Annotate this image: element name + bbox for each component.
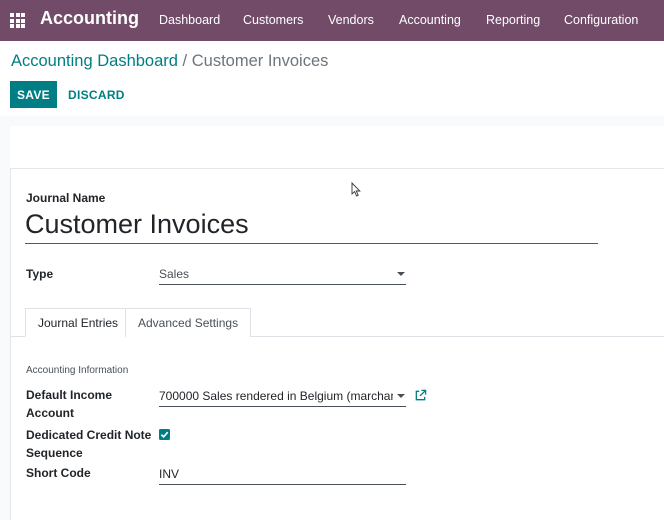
checkmark-icon [160, 431, 169, 439]
journal-name-input[interactable]: Customer Invoices [25, 205, 598, 244]
tab-journal-entries[interactable]: Journal Entries [25, 308, 132, 337]
discard-button[interactable]: DISCARD [68, 81, 125, 108]
menu-reporting[interactable]: Reporting [486, 13, 540, 27]
default-income-account-label: Default Income Account [26, 386, 112, 422]
save-button[interactable]: SAVE [10, 81, 57, 108]
breadcrumb-parent-link[interactable]: Accounting Dashboard [11, 52, 178, 70]
breadcrumb-separator: / [182, 52, 188, 70]
caret-down-icon [397, 272, 405, 276]
breadcrumb-current: Customer Invoices [191, 52, 329, 70]
journal-name-label: Journal Name [26, 191, 106, 205]
top-navbar: Accounting Dashboard Customers Vendors A… [0, 0, 664, 41]
short-code-input[interactable]: INV [159, 464, 406, 485]
type-select-value: Sales [159, 267, 190, 281]
accounting-information-title: Accounting Information [26, 365, 129, 376]
type-select[interactable]: Sales [159, 264, 406, 285]
caret-down-icon [397, 394, 405, 398]
breadcrumb: Accounting Dashboard / Customer Invoices [11, 52, 328, 71]
external-link-icon[interactable] [414, 389, 427, 402]
type-label: Type [26, 267, 54, 281]
apps-menu-icon[interactable] [10, 13, 25, 28]
menu-accounting[interactable]: Accounting [399, 13, 461, 27]
default-income-label-line1: Default Income [26, 388, 113, 402]
menu-dashboard[interactable]: Dashboard [159, 13, 220, 27]
mouse-pointer-icon [351, 182, 361, 197]
menu-configuration[interactable]: Configuration [564, 13, 638, 27]
form-statusbar [10, 126, 664, 169]
app-title[interactable]: Accounting [40, 8, 139, 29]
menu-customers[interactable]: Customers [243, 13, 303, 27]
default-income-account-select[interactable]: 700000 Sales rendered in Belgium (marcha… [159, 386, 406, 407]
credit-note-label-line1: Dedicated Credit Note [26, 428, 152, 442]
credit-note-sequence-label: Dedicated Credit Note Sequence [26, 426, 151, 462]
credit-note-sequence-checkbox[interactable] [159, 429, 170, 440]
menu-vendors[interactable]: Vendors [328, 13, 374, 27]
short-code-label: Short Code [26, 466, 91, 480]
credit-note-label-line2: Sequence [26, 446, 83, 460]
default-income-label-line2: Account [26, 406, 74, 420]
tab-advanced-settings[interactable]: Advanced Settings [125, 308, 252, 337]
default-income-account-value: 700000 Sales rendered in Belgium (marcha… [159, 389, 393, 403]
